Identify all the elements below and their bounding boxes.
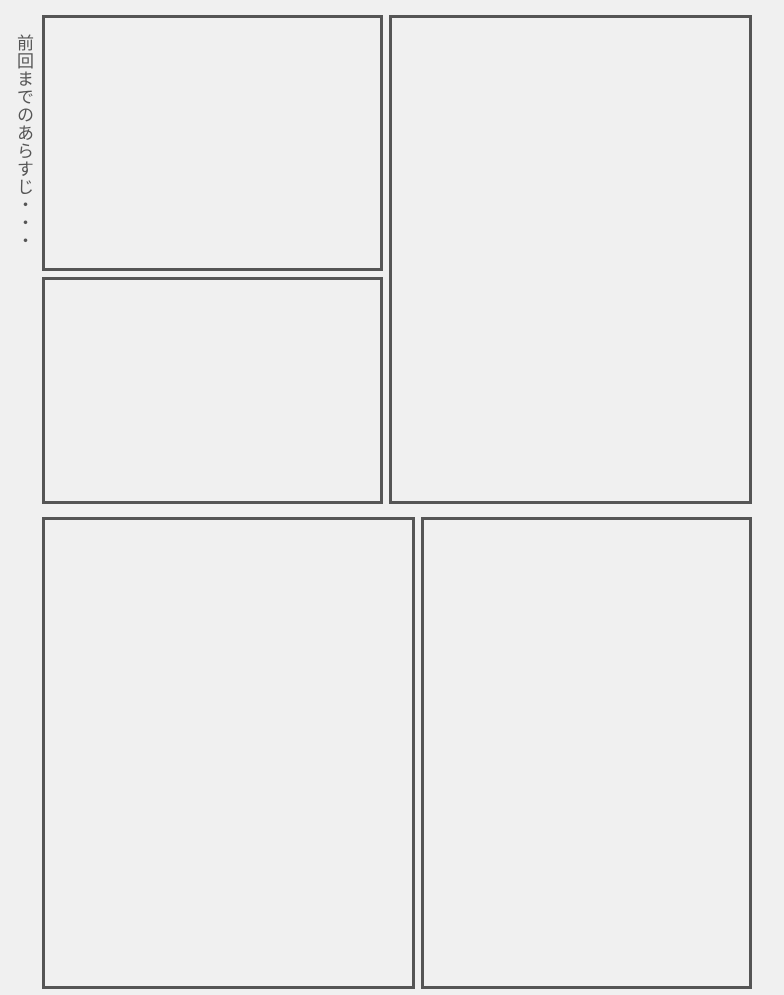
- recap-caption: 前回までのあらすじ・・・: [13, 34, 33, 250]
- panel-top-left: [42, 15, 383, 271]
- panel-bottom-left: [42, 517, 415, 989]
- panel-top-right-tall: [389, 15, 752, 504]
- panel-middle-left: [42, 277, 383, 504]
- comic-page: 前回までのあらすじ・・・: [0, 0, 784, 995]
- panel-bottom-right: [421, 517, 752, 989]
